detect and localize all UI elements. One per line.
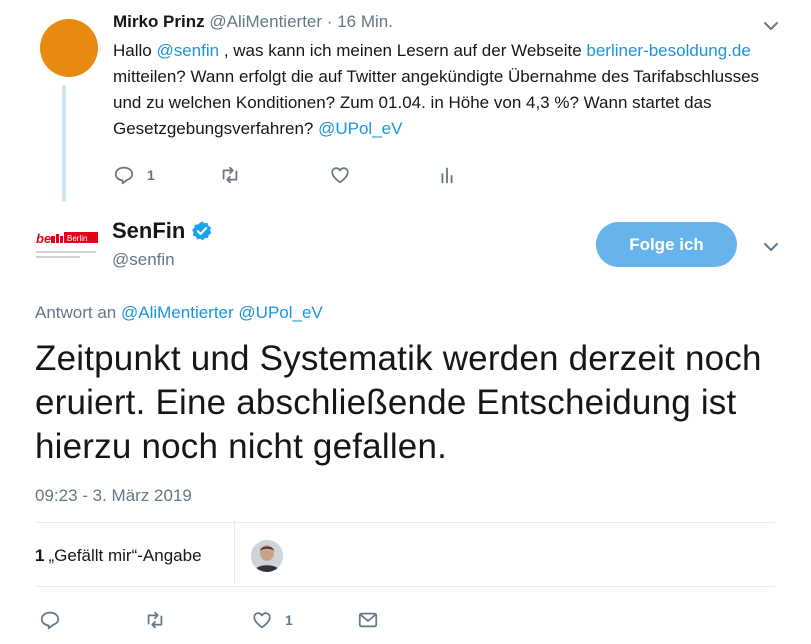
reply-prefix: Antwort an	[35, 303, 117, 322]
parent-author-handle[interactable]: @AliMentierter	[209, 12, 322, 31]
svg-text:Berlin: Berlin	[67, 234, 87, 243]
retweet-icon	[147, 611, 163, 629]
reply-to-mention[interactable]: @AliMentierter	[121, 303, 234, 322]
main-author-name[interactable]: SenFin	[112, 216, 185, 246]
main-author-name-row: SenFin	[112, 216, 213, 246]
divider	[35, 522, 775, 523]
liker-avatar[interactable]	[251, 540, 283, 572]
like-count: 1	[285, 612, 293, 628]
parent-avatar[interactable]	[40, 19, 98, 77]
like-icon	[253, 612, 271, 629]
analytics-icon	[441, 167, 453, 184]
thread-line	[62, 85, 66, 202]
mention-upol-link[interactable]: @UPol_eV	[318, 119, 402, 138]
parent-text-part: mitteilen? Wann erfolgt die auf Twitter …	[113, 67, 760, 138]
stats-separator	[234, 520, 235, 584]
header-separator: ·	[326, 12, 333, 31]
parent-tweet-time[interactable]: 16 Min.	[337, 12, 393, 31]
reply-button[interactable]: 1	[113, 160, 155, 190]
reply-icon	[40, 611, 60, 630]
like-button[interactable]	[329, 160, 351, 190]
parent-author-name[interactable]: Mirko Prinz	[113, 12, 205, 31]
reply-count: 1	[147, 167, 155, 183]
main-author-handle[interactable]: @senfin	[112, 250, 175, 270]
like-icon	[331, 167, 349, 184]
message-icon	[358, 612, 378, 628]
main-tweet-text: Zeitpunkt und Systematik werden derzeit …	[35, 339, 762, 466]
chevron-down-icon[interactable]	[762, 17, 780, 35]
parent-tweet-text: Hallo @senfin , was kann ich meinen Lese…	[113, 38, 773, 142]
reply-button[interactable]	[39, 605, 61, 635]
chevron-down-icon[interactable]	[762, 238, 780, 256]
reply-context: Antwort an @AliMentierter @UPol_eV	[35, 303, 323, 323]
follow-button[interactable]: Folge ich	[596, 222, 737, 267]
tweet-timestamp[interactable]: 09:23 - 3. März 2019	[35, 486, 192, 506]
retweet-icon	[222, 166, 238, 184]
verified-icon	[192, 221, 212, 241]
parent-text-part: Hallo	[113, 41, 157, 60]
svg-text:be: be	[36, 231, 51, 246]
parent-text-part: , was kann ich meinen Lesern auf der Web…	[219, 41, 587, 60]
senfin-logo-avatar[interactable]: be Berlin	[36, 229, 98, 265]
retweet-button[interactable]	[219, 160, 241, 190]
reply-to-mention[interactable]: @UPol_eV	[238, 303, 322, 322]
mention-senfin-link[interactable]: @senfin	[156, 41, 219, 60]
like-button[interactable]: 1	[251, 605, 293, 635]
divider	[35, 586, 775, 587]
likes-label: „Gefällt mir“-Angabe	[48, 546, 202, 565]
retweet-button[interactable]	[144, 605, 166, 635]
website-link[interactable]: berliner-besoldung.de	[586, 41, 750, 60]
reply-icon	[114, 166, 134, 185]
analytics-button[interactable]	[436, 160, 458, 190]
parent-tweet-header: Mirko Prinz @AliMentierter · 16 Min.	[113, 11, 393, 33]
likes-stat[interactable]: 1 „Gefällt mir“-Angabe	[35, 546, 202, 566]
likes-count: 1	[35, 546, 45, 565]
direct-message-button[interactable]	[357, 605, 379, 635]
